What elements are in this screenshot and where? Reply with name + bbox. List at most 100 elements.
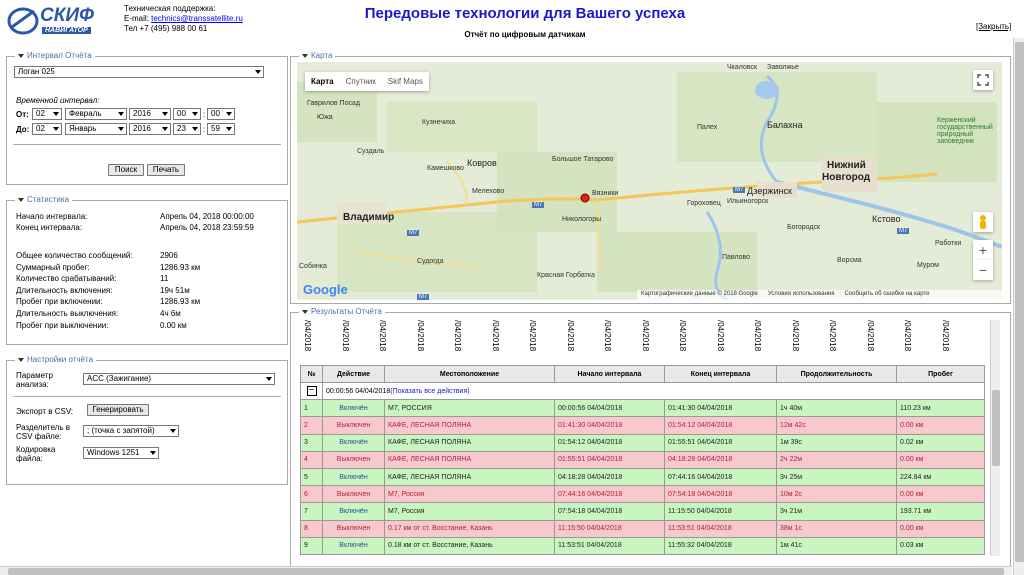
row-distance: 0.00 км <box>896 416 985 435</box>
row-number: 6 <box>300 485 323 504</box>
export-label: Экспорт в CSV: <box>16 407 74 416</box>
stat-label: Конец интервала: <box>16 223 83 232</box>
column-header[interactable]: Продолжительность <box>776 365 897 383</box>
to-year-select[interactable]: 2016 <box>129 123 171 135</box>
map-report-link[interactable]: Сообщить об ошибке на карте <box>845 291 930 299</box>
to-day-select[interactable]: 02 <box>32 123 62 135</box>
from-day-select[interactable]: 02 <box>32 108 62 120</box>
chevron-down-icon <box>162 112 168 116</box>
chevron-down-icon <box>118 127 124 131</box>
interval-legend[interactable]: Интервал Отчёта <box>15 51 95 60</box>
settings-legend[interactable]: Настройки отчёта <box>15 355 97 364</box>
results-scrollbar[interactable] <box>990 320 1000 556</box>
map-city-label: Кузнечиха <box>422 119 456 126</box>
collapse-arrow-icon[interactable] <box>18 53 24 58</box>
scrollbar-thumb[interactable] <box>992 390 1000 466</box>
collapse-arrow-icon[interactable] <box>18 197 24 202</box>
from-hour-select[interactable]: 00 <box>173 108 201 120</box>
map-terms-link[interactable]: Условия использования <box>768 291 835 299</box>
table-row[interactable]: 8 Выключен 0.17 км от ст. Восстание, Казан… <box>300 519 985 538</box>
search-button[interactable]: Поиск <box>108 164 144 176</box>
show-all-actions-link[interactable]: (Показать все действия) <box>390 388 469 395</box>
collapse-arrow-icon[interactable] <box>302 53 308 58</box>
table-row[interactable]: 4 Выключен КАФЕ, ЛЕСНАЯ ПОЛЯНА 01:55:51 04/… <box>300 450 985 469</box>
table-row[interactable]: 9 Включён 0.18 км от ст. Восстание, Казань… <box>300 536 985 555</box>
statistics-legend[interactable]: Статистика <box>15 195 73 204</box>
road-shield: M7 <box>532 202 545 208</box>
collapse-arrow-icon[interactable] <box>18 357 24 362</box>
map-legend[interactable]: Карта <box>299 51 336 60</box>
row-start: 00:00:56 04/04/2018 <box>554 399 665 418</box>
rotated-date-header: /04/2018 <box>903 320 912 352</box>
map-city-label: Вязники <box>592 190 619 197</box>
map-city-label: Палех <box>697 124 718 131</box>
param-label: Параметр анализа: <box>16 371 53 389</box>
map-tab-map[interactable]: Карта <box>305 72 340 91</box>
row-duration: 1ч 40м <box>776 399 897 418</box>
column-header[interactable]: Действие <box>322 365 385 383</box>
from-year-select[interactable]: 2016 <box>129 108 171 120</box>
support-email-link[interactable]: technics@transsatellite.ru <box>151 14 243 23</box>
horizontal-scrollbar-thumb[interactable] <box>8 568 1004 575</box>
map-tab-satellite[interactable]: Спутник <box>340 72 382 91</box>
table-row[interactable]: 3 Включён КАФЕ, ЛЕСНАЯ ПОЛЯНА 01:54:12 04/0… <box>300 433 985 452</box>
from-min-select[interactable]: 00 <box>207 108 235 120</box>
group-time: 00:00:56 04/04/2018 <box>326 387 391 395</box>
page-scrollbar[interactable] <box>1013 38 1024 575</box>
generate-button[interactable]: Генерировать <box>87 404 149 416</box>
column-header[interactable]: Пробег <box>896 365 985 383</box>
table-row[interactable]: 1 Включён M7, РОССИЯ 00:00:56 04/04/2018 01:… <box>300 399 985 418</box>
horizontal-scrollbar[interactable] <box>0 566 1012 575</box>
rotated-date-header: /04/2018 <box>490 320 500 352</box>
collapse-arrow-icon[interactable] <box>302 309 308 314</box>
stat-value: 1286.93 км <box>160 297 201 307</box>
road-shield: M7 <box>417 294 430 300</box>
row-location: M7, Россия <box>384 502 555 521</box>
to-min-select[interactable]: 59 <box>207 123 235 135</box>
print-button[interactable]: Печать <box>147 164 185 176</box>
street-view-pegman[interactable] <box>973 212 993 232</box>
param-select[interactable]: ACC (Зажигание) <box>83 373 275 385</box>
close-link[interactable]: [Закрыть] <box>976 22 1011 31</box>
table-row[interactable]: 5 Включён КАФЕ, ЛЕСНАЯ ПОЛЯНА 04:18:28 04/0… <box>300 467 985 487</box>
fullscreen-button[interactable] <box>973 70 993 90</box>
row-action: Включён <box>322 467 385 487</box>
column-header[interactable]: № <box>300 365 323 383</box>
map-tab-skif[interactable]: Skif Maps <box>382 72 429 91</box>
to-hour-select[interactable]: 23 <box>173 123 201 135</box>
column-header[interactable]: Начало интервала <box>554 365 665 383</box>
row-start: 01:54:12 04/04/2018 <box>554 433 665 452</box>
zoom-in-button[interactable]: + <box>973 240 993 260</box>
map-city-label: Нижний <box>827 160 866 171</box>
table-row[interactable]: 2 Выключен КАФЕ, ЛЕСНАЯ ПОЛЯНА 01:41:30 04/… <box>300 416 985 435</box>
row-number: 5 <box>300 467 323 487</box>
from-month-select[interactable]: Февраль <box>65 108 127 120</box>
vehicle-marker[interactable] <box>580 193 590 203</box>
from-label: От: <box>16 110 29 119</box>
row-end: 11:15:50 04/04/2018 <box>664 502 777 521</box>
page-scrollbar-thumb[interactable] <box>1015 42 1024 562</box>
row-start: 01:41:30 04/04/2018 <box>554 416 665 435</box>
map-city-label: Балахна <box>767 120 803 130</box>
road-shield: M7 <box>897 228 910 234</box>
row-distance: 0.00 км <box>896 519 985 538</box>
encoding-select[interactable]: Windows 1251 <box>83 447 159 459</box>
row-distance: 193.71 км <box>896 502 985 521</box>
row-start: 07:44:16 04/04/2018 <box>554 485 665 504</box>
table-row[interactable]: 7 Включён M7, Россия 07:54:18 04/04/2018 11:… <box>300 502 985 521</box>
row-number: 2 <box>300 416 323 435</box>
road-shield: M7 <box>407 230 420 236</box>
logo-text: СКИФ <box>40 5 94 26</box>
table-row[interactable]: 6 Выключен M7, Россия 07:44:16 04/04/2018 07… <box>300 485 985 504</box>
map-view[interactable]: Владимир Нижний Новгород Дзержинск Ковров Бал… <box>297 62 1002 300</box>
column-header[interactable]: Конец интервала <box>664 365 777 383</box>
row-action: Выключен <box>322 416 385 435</box>
to-month-select[interactable]: Январь <box>65 123 127 135</box>
collapse-group-icon[interactable]: − <box>306 386 317 397</box>
rotated-date-header: /04/2018 <box>790 320 800 352</box>
column-header[interactable]: Местоположение <box>384 365 555 383</box>
vehicle-select[interactable]: Логан 025 <box>14 66 264 78</box>
results-legend[interactable]: Результаты Отчёта <box>299 307 385 316</box>
zoom-out-button[interactable]: − <box>973 260 993 280</box>
separator-select[interactable]: ; (точка с запятой) <box>83 425 179 437</box>
